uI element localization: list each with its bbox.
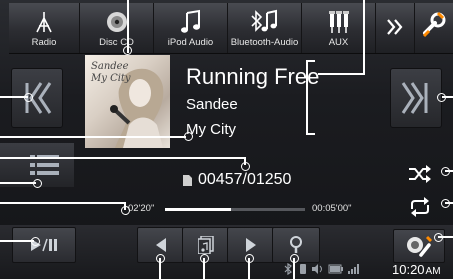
folder-music-icon bbox=[198, 236, 214, 254]
wrench-icon bbox=[415, 11, 453, 39]
callout-marker bbox=[156, 254, 165, 263]
antenna-icon bbox=[9, 8, 79, 36]
clock-ampm: AM bbox=[425, 266, 441, 277]
disc-icon bbox=[80, 8, 153, 36]
tab-ipod-audio-label: iPod Audio bbox=[167, 37, 214, 48]
signal-icon bbox=[348, 264, 359, 274]
bluetooth-audio-icon bbox=[228, 8, 301, 36]
callout-marker bbox=[200, 254, 209, 263]
progress-fill bbox=[165, 208, 231, 211]
skip-forward-icon bbox=[401, 82, 428, 114]
next-track-button[interactable] bbox=[390, 68, 442, 128]
battery-icon bbox=[328, 264, 343, 274]
callout-bracket bbox=[306, 60, 315, 62]
progress-bar[interactable] bbox=[165, 208, 305, 211]
album-art-caption: Sandee My City bbox=[91, 61, 131, 84]
total-time: 00:05'00" bbox=[312, 203, 352, 214]
previous-track-button[interactable] bbox=[11, 68, 63, 128]
callout-bracket bbox=[306, 133, 315, 135]
track-artist: Sandee bbox=[186, 96, 238, 113]
callout-line bbox=[318, 73, 365, 75]
callout-marker bbox=[121, 206, 130, 215]
repeat-button[interactable] bbox=[405, 193, 435, 221]
track-counter-value: 00457/01250 bbox=[198, 171, 292, 188]
control-bar bbox=[0, 225, 453, 279]
triangle-left-icon bbox=[156, 238, 166, 252]
more-sources-button[interactable] bbox=[376, 3, 415, 53]
file-icon bbox=[183, 174, 192, 186]
callout-marker bbox=[33, 179, 42, 188]
tab-radio[interactable]: Radio bbox=[9, 3, 80, 53]
clock: 10:20AM bbox=[392, 262, 441, 277]
callout-marker bbox=[437, 93, 446, 102]
callout-marker bbox=[434, 233, 443, 242]
speaker-wrench-icon bbox=[407, 235, 433, 257]
tab-radio-label: Radio bbox=[31, 37, 57, 48]
callout-line bbox=[0, 182, 36, 184]
source-bar: Radio Disc CD iPod Audio Bluetooth-Audio… bbox=[9, 3, 453, 54]
tab-ipod-audio[interactable]: iPod Audio bbox=[154, 3, 228, 53]
album-art: Sandee My City bbox=[85, 55, 170, 148]
shuffle-button[interactable] bbox=[405, 160, 435, 188]
callout-bracket bbox=[306, 60, 308, 135]
settings-button[interactable] bbox=[415, 3, 453, 53]
callout-marker bbox=[441, 199, 450, 208]
callout-marker bbox=[245, 254, 254, 263]
tab-bluetooth-audio[interactable]: Bluetooth-Audio bbox=[228, 3, 302, 53]
triangle-right-icon bbox=[246, 238, 256, 252]
track-counter: 00457/01250 bbox=[183, 171, 291, 189]
repeat-icon bbox=[411, 197, 429, 217]
track-title: Running Free bbox=[186, 64, 320, 89]
double-chevron-right-icon bbox=[376, 13, 414, 41]
callout-marker bbox=[290, 254, 299, 263]
elapsed-time: 02'20" bbox=[128, 203, 155, 214]
callout-marker bbox=[184, 132, 193, 141]
shuffle-icon bbox=[409, 165, 431, 183]
search-icon bbox=[290, 236, 302, 253]
callout-line bbox=[0, 157, 246, 159]
callout-marker bbox=[31, 237, 40, 246]
play-pause-button[interactable] bbox=[12, 227, 76, 263]
callout-line bbox=[363, 0, 365, 75]
callout-marker bbox=[441, 167, 450, 176]
phone-status-icon bbox=[300, 264, 306, 274]
callout-line bbox=[0, 136, 186, 138]
callout-line bbox=[0, 240, 34, 242]
callout-line bbox=[0, 202, 126, 204]
tab-disc[interactable]: Disc CD bbox=[80, 3, 154, 53]
clock-time: 10:20 bbox=[392, 262, 425, 277]
audio-player-screen: Radio Disc CD iPod Audio Bluetooth-Audio… bbox=[0, 0, 453, 279]
music-note-icon bbox=[154, 8, 227, 36]
audio-status-icon bbox=[312, 264, 322, 274]
callout-marker bbox=[24, 93, 33, 102]
callout-marker bbox=[241, 162, 250, 171]
tab-bluetooth-audio-label: Bluetooth-Audio bbox=[230, 37, 299, 48]
tab-disc-label: Disc CD bbox=[99, 37, 134, 48]
track-album: My City bbox=[186, 121, 236, 138]
callout-marker bbox=[123, 46, 132, 55]
